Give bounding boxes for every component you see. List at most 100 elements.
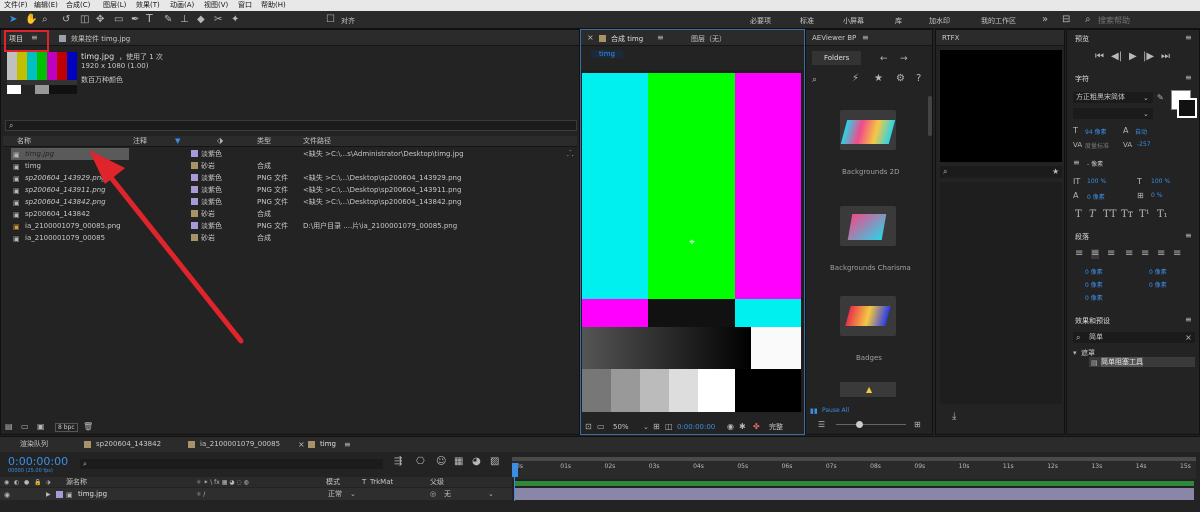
tab-layer[interactable]: 图层（无） (691, 34, 726, 44)
tab-menu-icon[interactable]: ≡ (1185, 33, 1192, 43)
menu-window[interactable]: 窗口 (238, 0, 252, 11)
close-icon[interactable]: × (298, 440, 305, 450)
align-right-icon[interactable]: ≡ (1107, 249, 1115, 259)
aeviewer-title[interactable]: AEViewer BP (812, 34, 856, 42)
comp-viewer[interactable]: ⌖ (581, 70, 804, 412)
folders-button[interactable]: Folders (812, 51, 862, 65)
rotate-tool-icon[interactable]: ↺ (62, 15, 70, 25)
column-mode[interactable]: 模式 (326, 477, 340, 487)
list-view-icon[interactable]: ☰ (818, 420, 825, 430)
vertical-scale-value[interactable]: 100 % (1087, 178, 1106, 185)
hand-tool-icon[interactable]: ✋ (25, 15, 37, 25)
menu-composition[interactable]: 合成(C) (66, 0, 90, 11)
time-ruler[interactable]: 0s 01s 02s 03s 04s 05s 06s 07s 08s 09s 10s 11s 12s 13… (512, 457, 1196, 479)
tab-composition[interactable]: 合成 timg (611, 34, 643, 44)
faux-italic-icon[interactable]: T (1089, 210, 1096, 220)
expand-arrow-icon[interactable]: ▾ (1073, 348, 1077, 358)
justify-right-icon[interactable]: ≡ (1157, 249, 1165, 259)
selection-tool-icon[interactable]: ➤ (9, 15, 17, 25)
workspace-standard[interactable]: 标准 (800, 16, 814, 26)
play-icon[interactable]: ▶ (1129, 52, 1137, 62)
comp-subtab[interactable]: timg (591, 50, 623, 58)
rectangle-tool-icon[interactable]: ▭ (114, 15, 123, 25)
camera-tool-icon[interactable]: ◫ (80, 15, 89, 25)
gear-icon[interactable]: ⚙ (896, 74, 905, 84)
previous-frame-icon[interactable]: ◀| (1111, 52, 1122, 62)
list-item[interactable]: Backgrounds 2D (806, 106, 926, 186)
layer-label-swatch[interactable] (56, 491, 63, 498)
interpret-footage-icon[interactable]: ▤ (5, 422, 13, 432)
mask-icon[interactable]: ◫ (665, 422, 673, 432)
indent-left[interactable]: 0 像素 (1085, 267, 1103, 276)
comp-flowchart-icon[interactable]: ⇶ (394, 457, 402, 467)
comp-timecode[interactable]: 0:00:00:00 (677, 420, 715, 434)
menu-help[interactable]: 帮助(H) (261, 0, 286, 11)
text-tool-icon[interactable]: T (146, 13, 153, 24)
chevron-down-icon[interactable]: ⌄ (643, 422, 649, 432)
new-folder-icon[interactable]: ▭ (21, 422, 29, 432)
parent-pickwhip-icon[interactable]: ◎ (430, 489, 436, 499)
tab-sp200604[interactable]: sp200604_143842 (96, 437, 161, 452)
list-item[interactable]: Badges (806, 292, 926, 372)
workspace-essentials[interactable]: 必要项 (750, 16, 771, 26)
horizontal-scale-value[interactable]: 100 % (1151, 178, 1170, 185)
effects-search-field[interactable]: ⌕ 简单 × (1073, 332, 1195, 343)
tsume-value[interactable]: 0 % (1151, 192, 1162, 199)
leading-value[interactable]: 自动 (1135, 127, 1147, 136)
space-before[interactable]: 0 像素 (1149, 280, 1167, 289)
layer-switches-icon[interactable]: ⚛ / (196, 490, 205, 500)
layer-row[interactable]: ◉ ▶ ▣ timg.jpg ⚛ / 正常 ⌄ ◎ 无 ⌄ (0, 488, 512, 500)
trash-icon[interactable]: 🗑 (83, 422, 93, 432)
pen-tool-icon[interactable]: ✒ (131, 15, 139, 25)
stroke-color-swatch[interactable] (1177, 98, 1197, 118)
menu-layer[interactable]: 图层(L) (103, 0, 126, 11)
lightning-icon[interactable]: ⚡ (852, 74, 859, 84)
search-icon[interactable]: ⌕ (812, 75, 817, 85)
zoom-tool-icon[interactable]: ⌕ (42, 15, 48, 25)
first-frame-icon[interactable]: ⏮ (1095, 52, 1104, 62)
superscript-icon[interactable]: T¹ (1139, 210, 1150, 220)
align-checkbox-icon[interactable]: ☐ (326, 15, 335, 25)
align-center-icon[interactable]: ≡ (1091, 249, 1100, 259)
roto-brush-tool-icon[interactable]: ✂ (214, 15, 222, 25)
workspace-watermark[interactable]: 加水印 (929, 16, 950, 26)
tab-menu-icon[interactable]: ≡ (657, 33, 664, 43)
effects-item-row[interactable]: ▤ 简单阻塞工具 (1089, 357, 1195, 367)
layer-mode[interactable]: 正常 (328, 488, 342, 500)
tab-menu-icon[interactable]: ≡ (1185, 315, 1192, 325)
tab-menu-icon[interactable]: ≡ (344, 440, 351, 450)
layer-name[interactable]: timg.jpg (78, 488, 107, 500)
layer-track-bar[interactable] (514, 488, 1194, 500)
menu-edit[interactable]: 编辑(E) (34, 0, 58, 11)
list-item[interactable]: Backgrounds Charisma (806, 202, 926, 282)
tracking-value[interactable]: -257 (1137, 141, 1151, 148)
menu-view[interactable]: 视图(V) (204, 0, 228, 11)
next-frame-icon[interactable]: |▶ (1143, 52, 1154, 62)
download-icon[interactable]: ⤓ (952, 412, 956, 422)
subscript-icon[interactable]: T₁ (1157, 210, 1168, 220)
stroke-width-value[interactable]: - 像素 (1087, 159, 1103, 168)
space-after[interactable]: 0 像素 (1085, 293, 1103, 302)
eyedropper-icon[interactable]: ✎ (1157, 93, 1164, 103)
brush-tool-icon[interactable]: ✎ (164, 15, 172, 25)
column-source-name[interactable]: 源名称 (66, 477, 87, 487)
menu-animation[interactable]: 动画(A) (170, 0, 194, 11)
menu-effect[interactable]: 效果(T) (136, 0, 160, 11)
frame-blend-icon[interactable]: ▦ (454, 457, 463, 467)
forward-arrow-icon[interactable]: → (900, 54, 908, 64)
show-snapshot-icon[interactable]: ✱ (739, 422, 746, 432)
star-icon[interactable]: ★ (874, 74, 883, 84)
graph-editor-icon[interactable]: ▨ (490, 457, 499, 467)
tab-render-queue[interactable]: 渲染队列 (20, 437, 48, 452)
clear-search-icon[interactable]: × (1185, 333, 1192, 343)
star-icon[interactable]: ★ (1052, 167, 1059, 177)
chevron-down-icon[interactable]: ⌄ (488, 489, 494, 499)
zoom-level[interactable]: 50% (613, 420, 629, 434)
column-parent[interactable]: 父级 (430, 477, 444, 487)
justify-left-icon[interactable]: ≡ (1125, 249, 1133, 259)
tab-timg[interactable]: timg (320, 437, 336, 452)
bpc-indicator[interactable]: 8 bpc (55, 423, 78, 432)
tab-menu-icon[interactable]: ≡ (1185, 73, 1192, 83)
timeline-timecode[interactable]: 0:00:00:00 (8, 455, 68, 468)
new-composition-icon[interactable]: ▣ (37, 422, 45, 432)
